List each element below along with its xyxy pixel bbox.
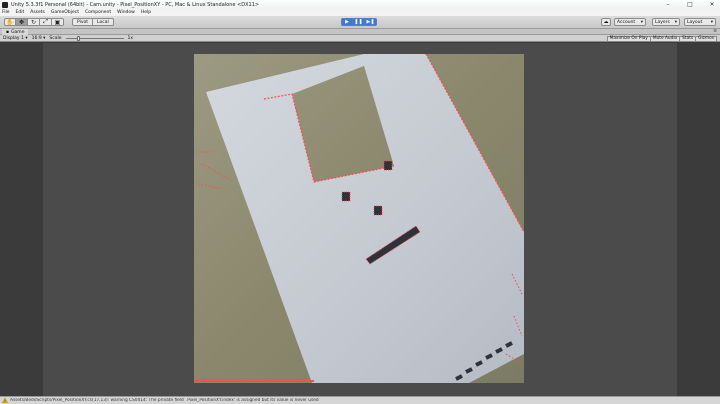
minimize-button[interactable]: – (664, 1, 672, 8)
game-controller-icon: ▪ (6, 29, 10, 35)
console-status-bar[interactable]: Assets/Bedi/Scripts/Pixel_PositionXY.cs(… (0, 396, 720, 404)
account-label: Account (617, 19, 636, 25)
pivot-toggles: Pivot Local (72, 18, 114, 26)
status-message: Assets/Bedi/Scripts/Pixel_PositionXY.cs(… (10, 398, 319, 403)
game-view-toggles: Maximize On Play Mute Audio Stats Gizmos (606, 35, 717, 42)
rotate-icon: ↻ (30, 18, 37, 26)
rect-tool-button[interactable]: ▣ (52, 18, 64, 26)
transform-tools: ✋ ✥ ↻ ⤢ ▣ (4, 18, 64, 26)
menu-window[interactable]: Window (117, 10, 135, 15)
display-label: Display 1 (3, 36, 24, 41)
menu-component[interactable]: Component (85, 10, 111, 15)
pause-icon: ❚❚ (354, 19, 363, 25)
maximize-button[interactable]: □ (686, 1, 694, 8)
window-controls: – □ ✕ (664, 0, 716, 9)
close-button[interactable]: ✕ (708, 1, 716, 8)
menu-gameobject[interactable]: GameObject (51, 10, 79, 15)
camera-feed-render[interactable] (194, 54, 524, 383)
scale-value: 1x (127, 36, 134, 41)
account-dropdown[interactable]: Account ▾ (614, 18, 646, 26)
collab-cloud-button[interactable]: ☁ (601, 18, 611, 26)
menu-help[interactable]: Help (141, 10, 151, 15)
play-controls: ▶ ❚❚ ▶❚ (341, 18, 377, 26)
layers-dropdown[interactable]: Layers ▾ (652, 18, 680, 26)
cloud-icon: ☁ (603, 19, 609, 25)
menu-edit[interactable]: Edit (16, 10, 25, 15)
play-button[interactable]: ▶ (341, 18, 353, 26)
warning-icon (2, 398, 8, 403)
scale-icon: ⤢ (43, 18, 48, 25)
rotate-tool-button[interactable]: ↻ (28, 18, 40, 26)
menu-file[interactable]: File (2, 10, 10, 15)
hand-tool-button[interactable]: ✋ (4, 18, 16, 26)
mute-audio-toggle[interactable]: Mute Audio (650, 35, 681, 42)
menu-bar: File Edit Assets GameObject Component Wi… (0, 9, 720, 16)
gizmos-toggle[interactable]: Gizmos (696, 35, 717, 42)
aspect-label: 16:9 (31, 36, 42, 41)
step-button[interactable]: ▶❚ (365, 18, 377, 26)
stats-toggle[interactable]: Stats (680, 35, 697, 42)
face-eye-left (341, 191, 351, 202)
game-view-controls: Display 1 ▾ 16:9 ▾ Scale 1x Maximize On … (0, 35, 720, 42)
chevron-down-icon: ▾ (640, 19, 643, 25)
play-icon: ▶ (345, 19, 349, 25)
move-icon: ✥ (18, 18, 25, 26)
local-label: Local (97, 19, 109, 25)
camera-feed-image (194, 54, 524, 383)
scale-slider[interactable] (65, 36, 124, 41)
menu-assets[interactable]: Assets (30, 10, 45, 15)
local-toggle[interactable]: Local (93, 18, 114, 26)
maximize-on-play-toggle[interactable]: Maximize On Play (606, 35, 651, 42)
layers-label: Layers (655, 19, 670, 25)
scale-label: Scale (49, 36, 62, 41)
title-bar: Unity 5.3.3f1 Personal (64bit) - Cam.uni… (0, 0, 720, 9)
pivot-label: Pivot (77, 19, 89, 25)
chevron-down-icon: ▾ (674, 19, 677, 25)
pause-button[interactable]: ❚❚ (353, 18, 365, 26)
unity-logo-icon (2, 1, 8, 8)
main-toolbar: ✋ ✥ ↻ ⤢ ▣ Pivot Local ▶ ❚❚ ▶❚ ☁ Account … (0, 16, 720, 29)
scale-tool-button[interactable]: ⤢ (40, 18, 52, 26)
chevron-down-icon: ▾ (710, 19, 713, 25)
window-title: Unity 5.3.3f1 Personal (64bit) - Cam.uni… (11, 1, 260, 8)
step-icon: ▶❚ (366, 19, 375, 25)
hand-icon: ✋ (6, 18, 14, 26)
rect-icon: ▣ (54, 18, 61, 26)
tab-game-label: Game (11, 29, 25, 35)
face-nose (373, 205, 383, 216)
display-dropdown[interactable]: Display 1 ▾ (3, 36, 28, 41)
pivot-toggle[interactable]: Pivot (72, 18, 94, 26)
layout-label: Layout (687, 19, 703, 25)
layout-dropdown[interactable]: Layout ▾ (684, 18, 716, 26)
scale-slider-thumb[interactable] (76, 36, 80, 41)
tab-menu-icon[interactable]: ≡ (713, 29, 717, 34)
aspect-dropdown[interactable]: 16:9 ▾ (32, 36, 46, 41)
face-eye-right (383, 160, 393, 171)
move-tool-button[interactable]: ✥ (16, 18, 28, 26)
